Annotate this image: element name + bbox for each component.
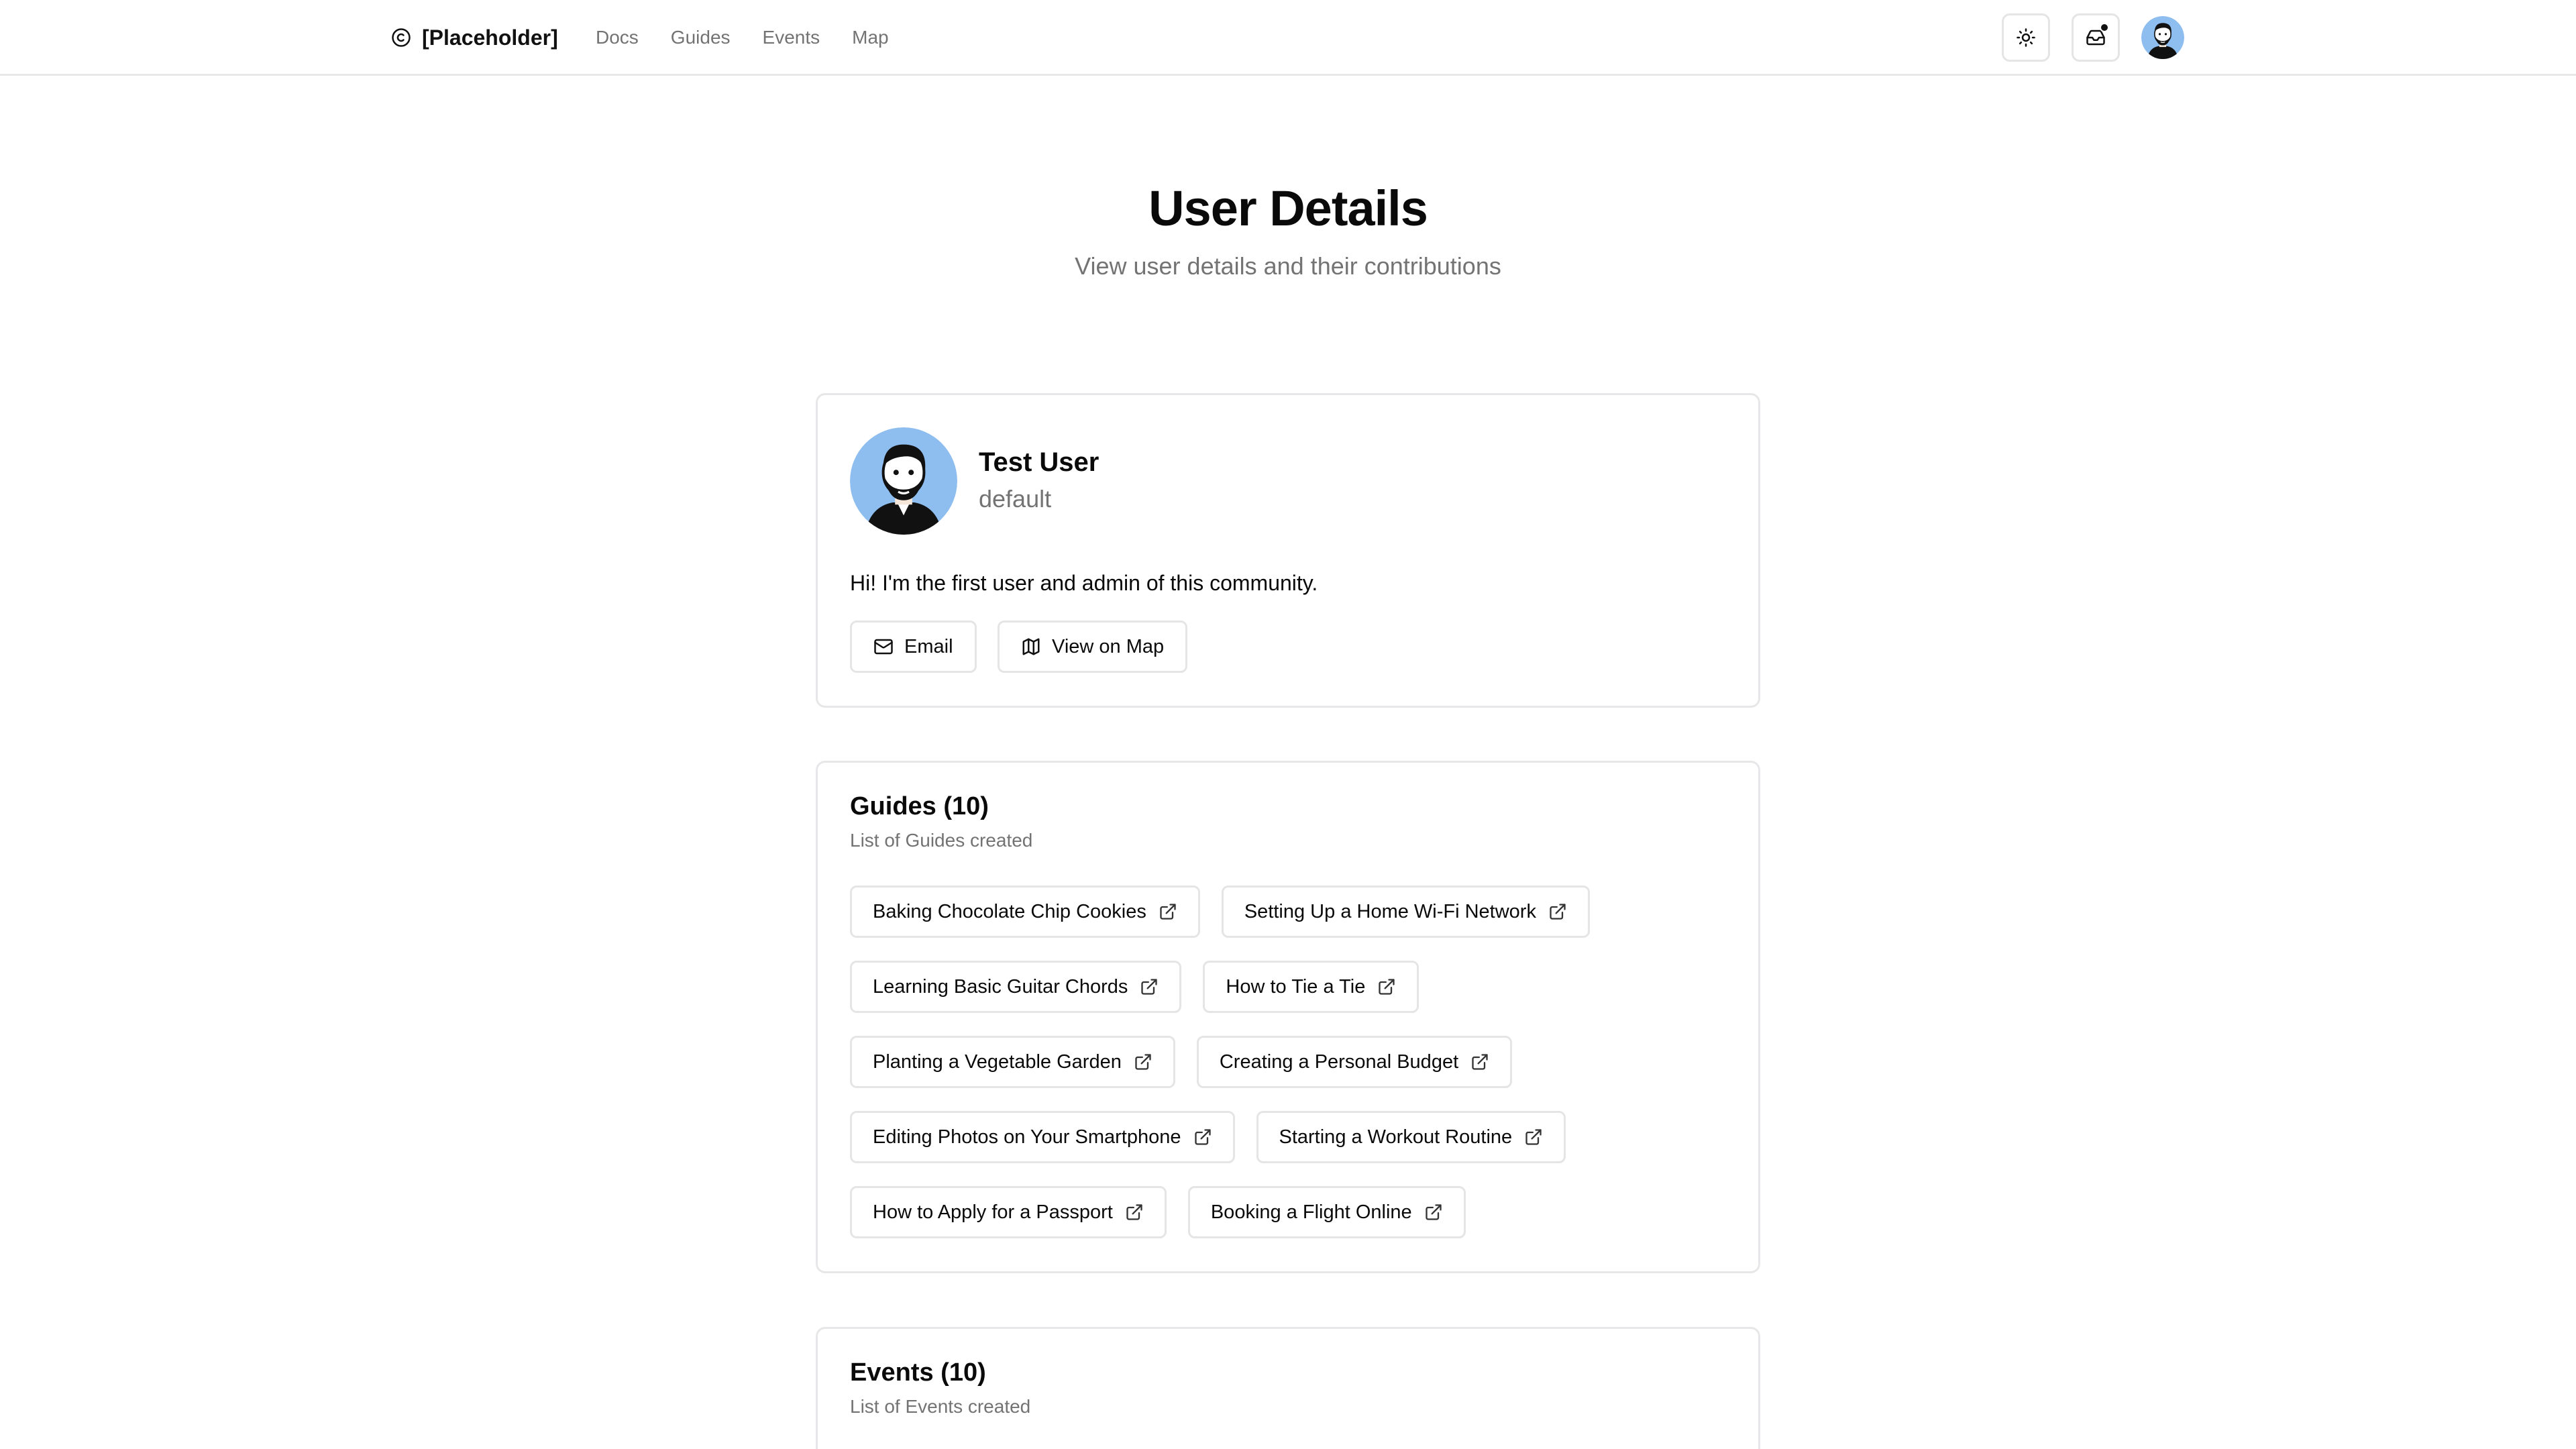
guide-link[interactable]: Baking Chocolate Chip Cookies [850, 885, 1200, 938]
nav-link-events[interactable]: Events [763, 27, 820, 48]
events-card: Events (10) List of Events created [816, 1327, 1760, 1449]
external-link-icon [1472, 1054, 1488, 1070]
inbox-button[interactable] [2072, 13, 2120, 62]
guide-link[interactable]: How to Apply for a Passport [850, 1186, 1167, 1238]
guide-link[interactable]: Starting a Workout Routine [1256, 1111, 1566, 1163]
guide-link[interactable]: Editing Photos on Your Smartphone [850, 1111, 1235, 1163]
events-subtitle: List of Events created [850, 1396, 1031, 1417]
external-link-icon [1426, 1204, 1442, 1220]
view-on-map-button[interactable]: View on Map [998, 621, 1188, 673]
copyright-icon [392, 28, 411, 47]
external-link-icon [1194, 1129, 1211, 1145]
guide-link-label: Starting a Workout Routine [1279, 1126, 1513, 1148]
user-menu-avatar[interactable] [2141, 16, 2184, 59]
guide-link[interactable]: How to Tie a Tie [1203, 961, 1419, 1013]
sun-icon [2017, 28, 2035, 47]
profile-name: Test User [979, 447, 1099, 477]
guides-title: Guides (10) [850, 792, 989, 820]
guides-subtitle: List of Guides created [850, 830, 1033, 851]
guide-link-label: Booking a Flight Online [1210, 1201, 1412, 1223]
guide-link-label: Setting Up a Home Wi-Fi Network [1244, 900, 1536, 922]
guide-link-label: Baking Chocolate Chip Cookies [873, 900, 1146, 922]
guide-link[interactable]: Planting a Vegetable Garden [850, 1036, 1175, 1088]
mail-icon [874, 639, 893, 655]
guide-link[interactable]: Learning Basic Guitar Chords [850, 961, 1182, 1013]
external-link-icon [1141, 979, 1158, 995]
notification-dot [2100, 23, 2109, 32]
main-nav: Docs Guides Events Map [596, 23, 889, 52]
external-link-icon [1160, 904, 1176, 920]
nav-link-docs[interactable]: Docs [596, 27, 639, 48]
top-navbar: [Placeholder] Docs Guides Events Map [0, 0, 2576, 76]
events-title: Events (10) [850, 1358, 986, 1387]
guide-link-label: How to Apply for a Passport [873, 1201, 1113, 1223]
guide-link-label: Editing Photos on Your Smartphone [873, 1126, 1181, 1148]
profile-bio: Hi! I'm the first user and admin of this… [850, 571, 1318, 595]
profile-card: Test User default Hi! I'm the first user… [816, 393, 1760, 708]
page-title: User Details [1148, 180, 1428, 236]
external-link-icon [1525, 1129, 1542, 1145]
avatar-icon [2141, 16, 2184, 59]
guides-card: Guides (10) List of Guides created Bakin… [816, 761, 1760, 1273]
email-button[interactable]: Email [850, 621, 977, 673]
guides-list: Baking Chocolate Chip Cookies Setting Up… [850, 885, 1722, 1261]
avatar-icon [850, 427, 957, 535]
guide-link-label: Learning Basic Guitar Chords [873, 975, 1128, 998]
external-link-icon [1550, 904, 1566, 920]
guide-link-label: How to Tie a Tie [1226, 975, 1366, 998]
profile-role: default [979, 485, 1052, 513]
guide-link[interactable]: Booking a Flight Online [1187, 1186, 1466, 1238]
email-button-label: Email [904, 635, 953, 657]
brand-name: [Placeholder] [422, 25, 558, 50]
page-subtitle: View user details and their contribution… [1075, 252, 1501, 280]
nav-link-guides[interactable]: Guides [671, 27, 731, 48]
brand-logo[interactable]: [Placeholder] [391, 23, 558, 52]
guide-link-label: Planting a Vegetable Garden [873, 1051, 1122, 1073]
theme-toggle-button[interactable] [2002, 13, 2050, 62]
external-link-icon [1379, 979, 1395, 995]
external-link-icon [1126, 1204, 1142, 1220]
guide-link[interactable]: Creating a Personal Budget [1196, 1036, 1513, 1088]
guide-link-label: Creating a Personal Budget [1219, 1051, 1459, 1073]
external-link-icon [1135, 1054, 1151, 1070]
view-on-map-label: View on Map [1052, 635, 1165, 657]
profile-avatar [850, 427, 957, 535]
nav-link-map[interactable]: Map [852, 27, 888, 48]
guide-link[interactable]: Setting Up a Home Wi-Fi Network [1221, 885, 1590, 938]
map-icon [1022, 638, 1040, 655]
